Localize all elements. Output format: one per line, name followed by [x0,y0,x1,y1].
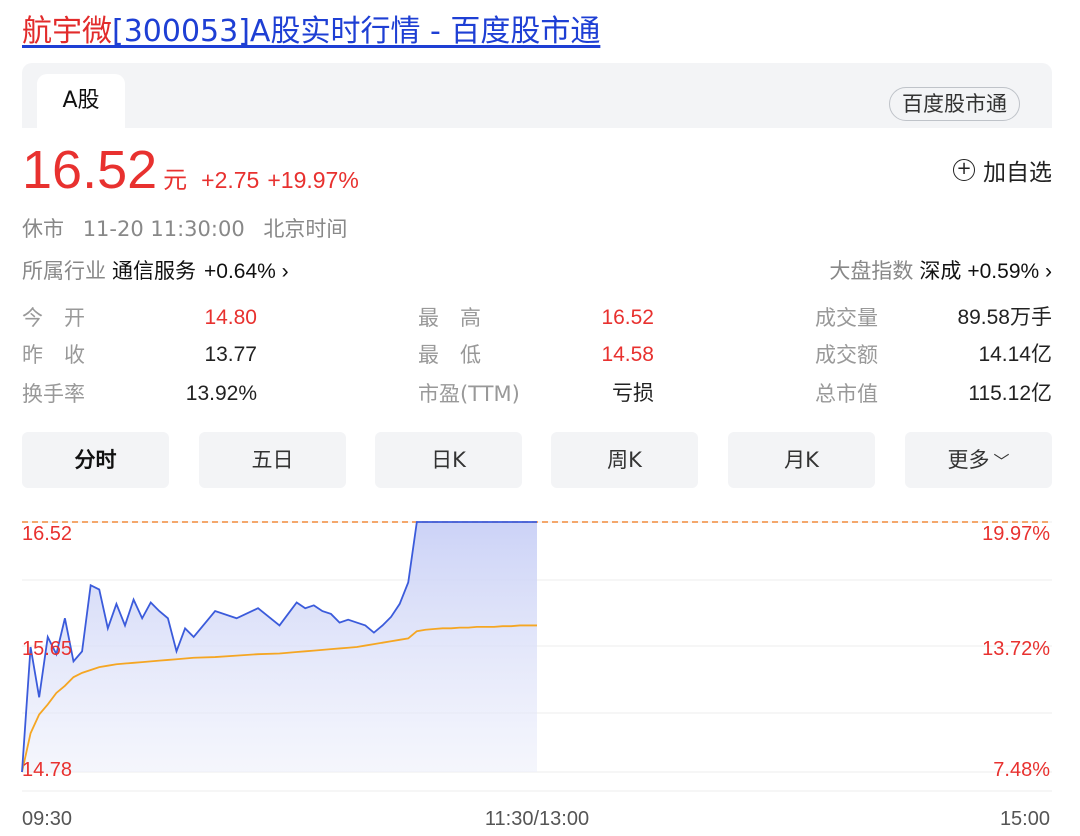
stat-value: 14.58 [601,343,654,366]
price-change: +2.75 [201,167,260,193]
price-label-bottom: 14.78 [22,759,72,781]
price-unit: 元 [163,166,188,194]
stat-label: 昨 收 [22,343,85,367]
add-watchlist-button[interactable]: + 加自选 [953,153,1052,187]
time-label-open: 09:30 [22,808,72,830]
stat-label: 总市值 [815,382,878,406]
tab-five-day[interactable]: 五日 [199,432,346,488]
stat-value: 16.52 [601,306,654,329]
intraday-chart[interactable]: 16.52 15.65 14.78 19.97% 13.72% 7.48% 09… [0,505,1080,836]
tab-intraday[interactable]: 分时 [22,432,169,488]
stat-label: 成交量 [815,306,878,330]
pct-label-top: 19.97% [982,523,1050,545]
brand-badge[interactable]: 百度股市通 [889,87,1020,121]
quote-timezone: 北京时间 [263,217,348,241]
plus-circle-icon: + [953,159,975,181]
market-state: 休市 [22,217,64,241]
page-title[interactable]: 航宇微[300053]A股实时行情 - 百度股市通 [22,10,600,54]
stat-label: 最 低 [418,343,481,367]
stat-value: 13.92% [185,382,257,405]
current-price: 16.52 [22,140,158,200]
index-name: 深成 [919,259,962,283]
stats-grid: 今 开 14.80 最 高 16.52 成交量 89.58万手 昨 收 13.7… [22,300,1052,412]
stat-value: 115.12亿 [968,382,1052,405]
chevron-down-icon: ﹀ [993,452,1010,471]
time-label-close: 15:00 [1000,808,1050,830]
industry-name: 通信服务 [112,259,196,283]
pct-label-bottom: 7.48% [993,759,1050,781]
add-watchlist-label: 加自选 [983,160,1052,186]
price-label-mid: 15.65 [22,638,72,660]
price-change-pct: +19.97% [267,167,359,193]
stat-value: 14.14亿 [978,343,1052,366]
stat-label: 换手率 [22,382,85,406]
stat-value: 14.80 [204,306,257,329]
chart-tabs: 分时 五日 日K 周K 月K 更多 ﹀ [22,432,1052,488]
quote-datetime: 11-20 11:30:00 [82,217,245,241]
price-label-top: 16.52 [22,523,72,545]
page-title-rest[interactable]: [300053]A股实时行情 - 百度股市通 [112,14,600,49]
tab-a-share[interactable]: A股 [37,74,125,128]
index-change: +0.59% › [967,260,1052,283]
market-status: 休市 11-20 11:30:00 北京时间 [22,214,359,244]
market-tabbar: A股 百度股市通 [22,63,1052,128]
stat-value: 89.58万手 [957,306,1052,329]
stat-label: 市盈(TTM) [418,382,520,406]
stat-label: 成交额 [815,343,878,367]
stat-value: 13.77 [204,343,257,366]
industry-link[interactable]: 所属行业 通信服务 +0.64% › [22,256,289,287]
price-area-fill [22,522,537,772]
stat-label: 今 开 [22,306,85,330]
tab-monthly-k[interactable]: 月K [728,432,875,488]
tab-more-label: 更多 [947,448,990,472]
index-label: 大盘指数 [829,259,914,283]
quote-row: 16.52 元 +2.75 +19.97% [22,142,359,198]
stock-name-link[interactable]: 航宇微 [22,14,112,49]
industry-change: +0.64% › [204,260,289,283]
pct-label-mid: 13.72% [982,638,1050,660]
stat-value: 亏损 [612,382,654,405]
tab-weekly-k[interactable]: 周K [551,432,698,488]
time-label-midday: 11:30/13:00 [485,808,589,830]
industry-label: 所属行业 [22,259,106,283]
tab-daily-k[interactable]: 日K [375,432,522,488]
index-link[interactable]: 大盘指数 深成 +0.59% › [829,256,1052,287]
tab-more[interactable]: 更多 ﹀ [905,432,1052,488]
stat-label: 最 高 [418,306,481,330]
